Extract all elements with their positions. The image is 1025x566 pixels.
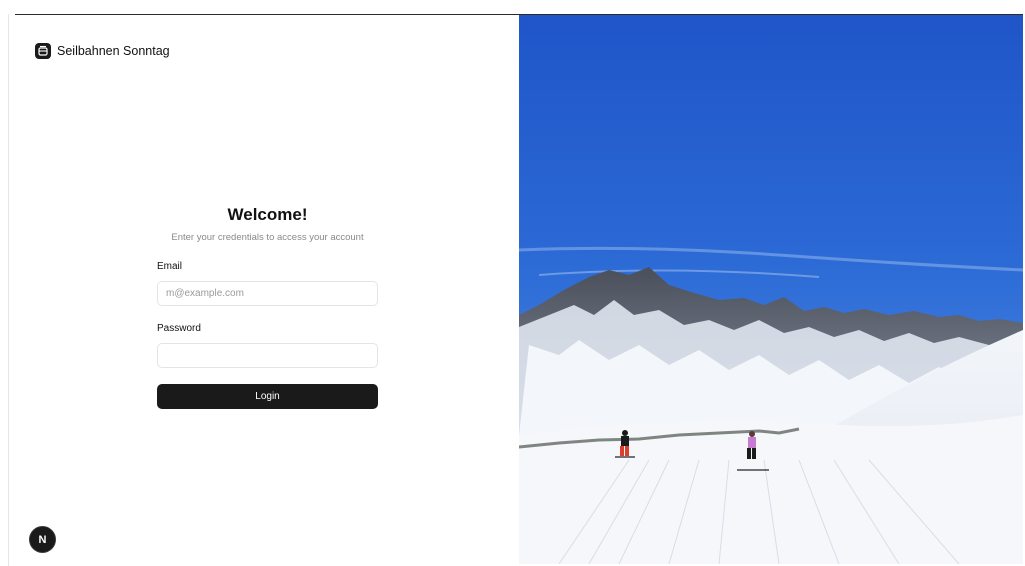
email-label: Email	[157, 261, 183, 272]
password-field[interactable]	[157, 343, 378, 368]
nextjs-icon[interactable]: N	[29, 526, 56, 553]
password-label: Password	[157, 323, 201, 334]
email-field[interactable]	[157, 281, 378, 306]
login-form: Welcome! Enter your credentials to acces…	[157, 204, 378, 409]
app-window: Seilbahnen Sonntag Welcome! Enter your c…	[0, 0, 1025, 566]
brand[interactable]: Seilbahnen Sonntag	[35, 42, 170, 60]
login-button[interactable]: Login	[157, 384, 378, 409]
cable-car-icon	[35, 43, 51, 59]
mountain-ski-photo	[519, 15, 1023, 564]
hero-image	[519, 15, 1023, 564]
brand-name: Seilbahnen Sonntag	[57, 44, 170, 58]
page-title: Welcome!	[227, 205, 308, 224]
dev-badge-label: N	[38, 533, 47, 546]
page-subtitle: Enter your credentials to access your ac…	[171, 232, 364, 243]
